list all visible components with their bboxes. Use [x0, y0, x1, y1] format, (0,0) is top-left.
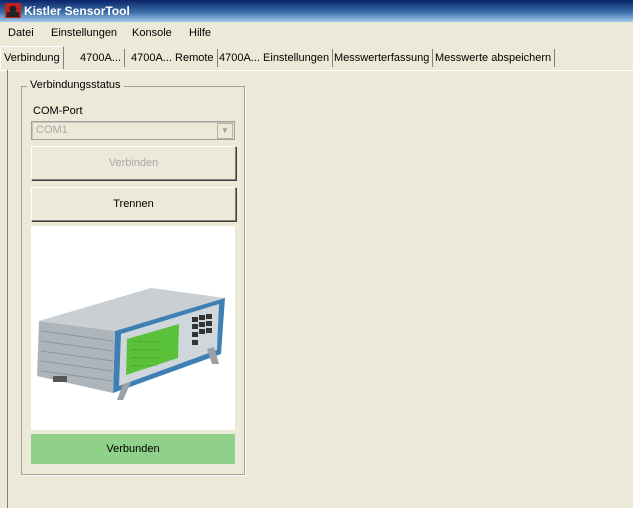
tab-verbindung[interactable]: Verbindung	[0, 46, 64, 69]
com-port-value: COM1	[36, 124, 68, 136]
com-port-select[interactable]: COM1 ▼	[31, 121, 235, 140]
tab-4700a[interactable]: 4700A...	[77, 49, 125, 67]
tab-messwerterfassung[interactable]: Messwerterfassung	[331, 49, 434, 67]
kistler-app-icon	[5, 3, 21, 18]
connection-group-label: Verbindungsstatus	[27, 79, 124, 91]
menu-hilfe[interactable]: Hilfe	[189, 27, 211, 39]
connect-button[interactable]: Verbinden	[31, 146, 236, 180]
panel-border	[7, 70, 8, 508]
window-title: Kistler SensorTool	[24, 4, 130, 18]
tab-4700a-einstellungen[interactable]: 4700A... Einstellungen	[216, 49, 334, 67]
tab-4700a-remote[interactable]: 4700A... Remote	[128, 49, 218, 67]
menu-datei[interactable]: Datei	[8, 27, 34, 39]
menu-einstellungen[interactable]: Einstellungen	[51, 27, 117, 39]
svg-text:---- ----: ---- ----	[131, 347, 158, 353]
chevron-down-icon[interactable]: ▼	[217, 123, 233, 139]
com-port-label: COM-Port	[33, 105, 83, 117]
menu-bar: Datei Einstellungen Konsole Hilfe	[0, 22, 633, 43]
tab-strip: Verbindung 4700A... 4700A... Remote 4700…	[0, 43, 633, 71]
disconnect-button[interactable]: Trennen	[31, 187, 236, 221]
svg-text:---- ----: ---- ----	[131, 363, 158, 369]
connection-status-indicator: Verbunden	[31, 434, 235, 464]
device-photo: ---- ---- ---- ---- ---- ---- ---- ----	[31, 226, 235, 430]
title-bar: Kistler SensorTool	[0, 0, 633, 22]
tab-messwerte-abspeichern[interactable]: Messwerte abspeichern	[432, 49, 556, 67]
svg-text:---- ----: ---- ----	[131, 355, 158, 361]
menu-konsole[interactable]: Konsole	[132, 27, 172, 39]
svg-text:---- ----: ---- ----	[131, 339, 158, 345]
